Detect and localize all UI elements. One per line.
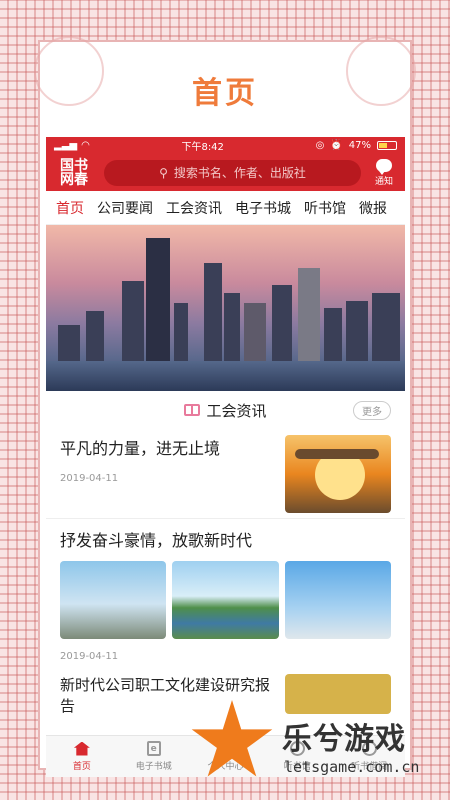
ebook-icon: e (146, 741, 161, 756)
alarm-icon: ⏰ (330, 140, 343, 151)
more-button[interactable]: 更多 (353, 401, 391, 420)
home-icon (73, 741, 90, 756)
signal-icon: ▂▃▅ (54, 140, 78, 151)
tab-micro-news[interactable]: 微报 (359, 198, 387, 218)
article-title: 平凡的力量，进无止境 (60, 439, 221, 458)
tab-home[interactable]: 首页 (56, 198, 84, 218)
chat-bubble-icon (376, 158, 392, 175)
article-title: 抒发奋斗豪情，放歌新时代 (60, 531, 253, 550)
tab-union-news[interactable]: 工会资讯 (166, 198, 222, 218)
battery-icon (376, 141, 397, 150)
wifi-icon: ◠ (81, 140, 90, 151)
article-date: 2019-04-11 (60, 473, 119, 484)
book-icon (184, 404, 201, 416)
nav-home[interactable]: 首页 (46, 736, 118, 777)
battery-percent: 47% (348, 140, 371, 151)
watermark: 乐兮游戏 letsgame.com.cn (190, 700, 450, 800)
article-thumbnail (285, 435, 391, 513)
tab-company-news[interactable]: 公司要闻 (97, 198, 153, 218)
list-item[interactable]: 抒发奋斗豪情，放歌新时代 2019-04-11 (46, 519, 405, 662)
tab-audio-library[interactable]: 听书馆 (304, 198, 346, 218)
app-logo[interactable]: 国书 网春 (52, 159, 96, 187)
section-header: 工会资讯 更多 (46, 391, 405, 429)
article-image (284, 561, 391, 639)
list-item[interactable]: 平凡的力量，进无止境 2019-04-11 (46, 429, 405, 519)
search-placeholder: 搜索书名、作者、出版社 (173, 166, 306, 180)
article-image (172, 561, 279, 639)
star-logo-icon (191, 700, 273, 777)
article-image (60, 561, 167, 639)
article-date: 2019-04-11 (60, 651, 119, 662)
app-header: 国书 网春 ⚲ 搜索书名、作者、出版社 通知 (46, 154, 405, 191)
notification-button[interactable]: 通知 (369, 158, 399, 187)
status-bar: ▂▃▅ ◠ 下午8:42 ◎ ⏰ 47% (46, 137, 405, 154)
clock: 下午8:42 (181, 142, 224, 153)
banner-carousel[interactable] (46, 225, 405, 391)
phone-screen: ▂▃▅ ◠ 下午8:42 ◎ ⏰ 47% 国书 网春 ⚲ 搜索书名、作者、出版社… (46, 137, 405, 777)
category-tabs: 首页 公司要闻 工会资讯 电子书城 听书馆 微报 (46, 191, 405, 225)
lock-rotation-icon: ◎ (315, 140, 325, 151)
nav-ebook-store[interactable]: e 电子书城 (118, 736, 190, 777)
search-icon: ⚲ (159, 165, 168, 180)
section-title: 工会资讯 (206, 401, 267, 420)
search-input[interactable]: ⚲ 搜索书名、作者、出版社 (104, 159, 361, 186)
page-title: 首页 (192, 76, 258, 111)
tab-ebook-store[interactable]: 电子书城 (235, 198, 291, 218)
